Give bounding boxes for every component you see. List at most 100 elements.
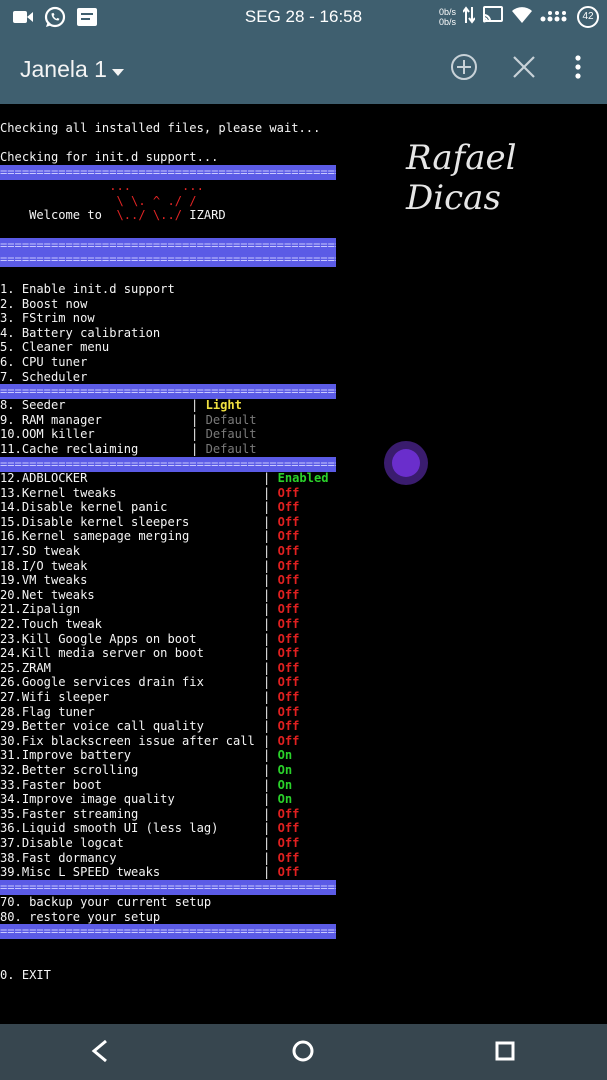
menu-item-status: | Off: [263, 544, 299, 559]
menu-item-label: 35.Faster streaming: [0, 806, 139, 821]
column-divider: |: [263, 660, 278, 675]
window-selector[interactable]: Janela 1: [20, 56, 125, 83]
menu-item-status: | Off: [263, 573, 299, 588]
back-button[interactable]: [83, 1036, 117, 1070]
status-value: Off: [277, 660, 300, 675]
column-divider: |: [263, 733, 278, 748]
banner-art-row1: ... ...: [0, 179, 204, 193]
status-value: Off: [277, 529, 300, 544]
column-divider: |: [263, 471, 278, 485]
status-value: Off: [277, 821, 300, 836]
menu-item-status: | Light: [191, 398, 242, 413]
status-value: On: [277, 763, 293, 777]
terminal-output[interactable]: Checking all installed files, please wai…: [0, 104, 607, 1024]
menu-item-status: | On: [263, 763, 292, 778]
menu-item-label: 24.Kill media server on boot: [0, 646, 204, 661]
add-window-icon: [449, 52, 479, 86]
floating-action-button[interactable]: [384, 441, 428, 485]
menu-item: 7. Scheduler: [0, 369, 88, 384]
menu-item: 14.Disable kernel panic: [0, 500, 167, 515]
status-value: Off: [277, 719, 300, 734]
menu-item-status: | Off: [263, 486, 299, 501]
menu-item: 34.Improve image quality: [0, 792, 175, 807]
column-divider: |: [263, 544, 278, 558]
menu-item: 2. Boost now: [0, 296, 88, 311]
column-divider: |: [263, 865, 278, 880]
separator-bar: ========================================…: [0, 252, 336, 267]
menu-item: 39.Misc L SPEED tweaks: [0, 865, 160, 880]
column-divider: |: [263, 821, 278, 836]
menu-item: 80. restore your setup: [0, 909, 161, 924]
menu-item: 17.SD tweak: [0, 544, 80, 559]
menu-item: 8. Seeder: [0, 398, 66, 413]
dropdown-arrow-icon: [111, 56, 125, 83]
separator-bar: ========================================…: [0, 880, 336, 895]
overflow-menu-button[interactable]: [561, 52, 595, 86]
column-divider: |: [263, 514, 278, 529]
separator-bar: ========================================…: [0, 238, 336, 253]
recents-button[interactable]: [488, 1036, 522, 1070]
status-value: Off: [277, 631, 300, 646]
overflow-menu-icon: [574, 55, 582, 83]
menu-item-label: 32.Better scrolling: [0, 763, 139, 777]
status-value: Off: [277, 646, 300, 661]
column-divider: |: [263, 573, 278, 588]
menu-item-label: 14.Disable kernel panic: [0, 500, 168, 515]
menu-item-label: 16.Kernel samepage merging: [0, 529, 190, 544]
menu-item: 12.ADBLOCKER: [0, 471, 87, 486]
battery-indicator: 42: [577, 6, 599, 28]
column-divider: |: [263, 836, 278, 850]
close-window-button[interactable]: [507, 52, 541, 86]
menu-item-status: | Off: [263, 675, 299, 690]
status-value: Off: [277, 558, 300, 573]
column-divider: |: [263, 777, 278, 792]
data-arrows-icon: [462, 5, 476, 29]
welcome-line: Welcome to \../ \../ IZARD: [0, 208, 226, 223]
status-value: Default: [205, 427, 257, 442]
menu-item-label: 23.Kill Google Apps on boot: [0, 631, 197, 646]
menu-item-label: 37.Disable logcat: [0, 836, 124, 850]
window-title: Janela 1: [20, 56, 107, 82]
menu-item-status: | Off: [263, 617, 299, 632]
exit-option: 0. EXIT: [0, 968, 51, 982]
menu-item-status: | Off: [263, 851, 299, 866]
column-divider: |: [263, 675, 278, 690]
welcome-suffix: IZARD: [182, 208, 226, 222]
status-value: Off: [277, 850, 300, 865]
status-value: Off: [277, 733, 300, 748]
column-divider: |: [263, 558, 278, 573]
separator-bar: ========================================…: [0, 384, 336, 399]
status-value: Off: [277, 500, 300, 515]
menu-item: 27.Wifi sleeper: [0, 690, 109, 705]
menu-item: 4. Battery calibration: [0, 325, 161, 340]
menu-item: 70. backup your current setup: [0, 895, 212, 909]
menu-item-status: | Off: [263, 734, 299, 749]
menu-item: 29.Better voice call quality: [0, 719, 204, 734]
menu-item-status: | Off: [263, 821, 299, 836]
add-window-button[interactable]: [447, 52, 481, 86]
status-value: Off: [277, 573, 300, 588]
menu-item: 23.Kill Google Apps on boot: [0, 632, 197, 647]
menu-item-status: | Off: [263, 807, 299, 822]
cast-icon: [482, 6, 504, 28]
navigation-bar: [0, 1024, 607, 1080]
menu-item: 31.Improve battery: [0, 748, 131, 763]
status-value: Default: [205, 441, 257, 456]
home-button[interactable]: [286, 1036, 320, 1070]
status-value: On: [277, 792, 293, 807]
menu-item-label: 19.VM tweaks: [0, 573, 88, 588]
menu-item-label: 28.Flag tuner: [0, 704, 95, 719]
menu-item-label: 20.Net tweaks: [0, 587, 95, 602]
menu-item-status: | Default: [191, 442, 257, 457]
status-value: Light: [205, 398, 242, 412]
menu-item-status: | Off: [263, 632, 299, 647]
status-value: Off: [277, 602, 300, 617]
menu-item: 33.Faster boot: [0, 778, 102, 793]
menu-item-label: 21.Zipalign: [0, 602, 81, 617]
watermark-text: Rafael Dicas: [406, 138, 517, 218]
wifi-icon: [511, 6, 533, 28]
column-divider: |: [263, 690, 278, 704]
column-divider: |: [263, 646, 278, 661]
menu-item-label: 17.SD tweak: [0, 544, 81, 558]
net-up-speed: 0b/s: [438, 7, 456, 17]
